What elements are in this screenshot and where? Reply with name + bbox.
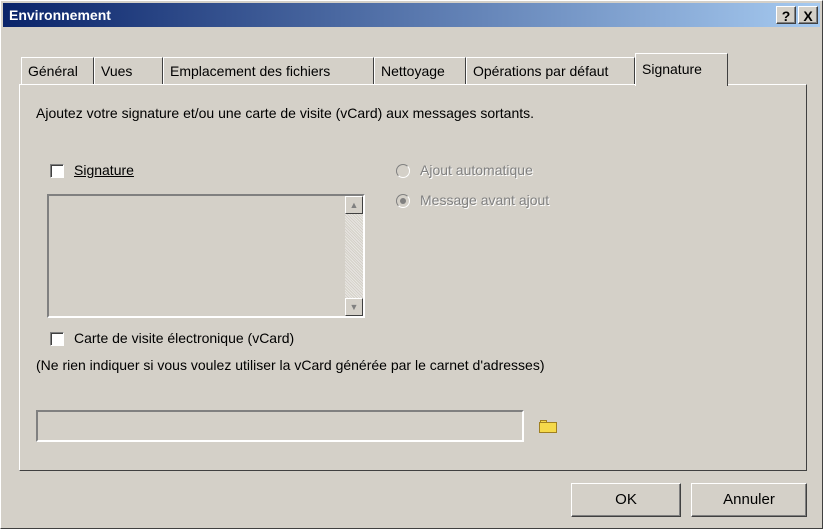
close-button[interactable]: X [798,6,818,24]
vcard-checkbox-label[interactable]: Carte de visite électronique (vCard) [74,330,294,347]
message-before-add-radio[interactable] [396,194,410,208]
environment-dialog: Environnement ? X Général Vues Emplaceme… [0,0,823,529]
auto-add-label: Ajout automatique [420,162,533,178]
signature-textarea[interactable]: ▲ ▼ [47,194,365,318]
folder-icon[interactable] [539,420,557,433]
tab-file-locations[interactable]: Emplacement des fichiers [163,57,374,85]
vcard-path-input[interactable] [36,410,524,442]
description-text: Ajoutez votre signature et/ou une carte … [36,105,535,121]
vcard-checkbox[interactable] [50,332,64,346]
tab-default-operations[interactable]: Opérations par défaut [466,57,635,85]
tab-general[interactable]: Général [21,57,94,85]
tab-cleanup[interactable]: Nettoyage [374,57,466,85]
signature-scrollbar[interactable]: ▲ ▼ [345,196,363,316]
vcard-hint-text: (Ne rien indiquer si vous voulez utilise… [36,357,545,373]
cancel-button[interactable]: Annuler [691,483,807,517]
signature-checkbox[interactable] [50,164,64,178]
window-title: Environnement [9,7,111,23]
tab-views[interactable]: Vues [94,57,163,85]
ok-button[interactable]: OK [571,483,681,517]
message-before-add-label: Message avant ajout [420,192,550,208]
title-bar[interactable]: Environnement ? X [3,3,820,27]
auto-add-radio[interactable] [396,164,410,178]
arrow-down-icon[interactable]: ▼ [345,298,363,316]
help-button[interactable]: ? [776,6,796,24]
arrow-up-icon[interactable]: ▲ [345,196,363,214]
signature-checkbox-label[interactable]: Signature [74,162,134,179]
tab-signature[interactable]: Signature [635,53,728,86]
